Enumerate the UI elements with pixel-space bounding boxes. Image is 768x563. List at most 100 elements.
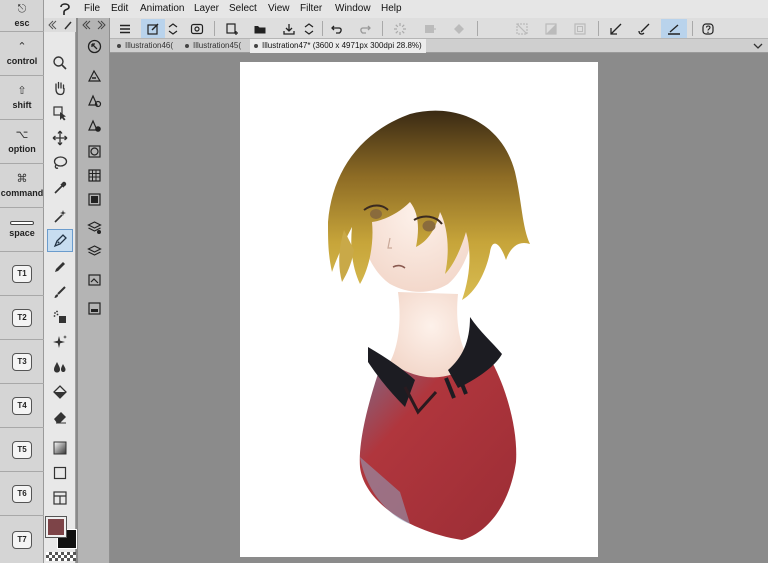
material-panel-button[interactable]: [82, 268, 106, 290]
clear-button[interactable]: [390, 19, 410, 38]
help-button[interactable]: [698, 19, 718, 38]
shortcut-key-t2[interactable]: T2: [0, 296, 44, 340]
open-file-button[interactable]: [250, 19, 270, 38]
preview-toggle-button[interactable]: [187, 19, 207, 38]
gradient-tool[interactable]: [47, 436, 73, 459]
option-key-label: option: [8, 144, 36, 154]
snap-special-ruler-icon: [638, 23, 650, 35]
collapse-chevron-icon[interactable]: [97, 20, 107, 30]
color-history-icon: [87, 192, 101, 206]
tab-illustration45[interactable]: Illustration45(: [181, 39, 247, 53]
expand-selection-button[interactable]: [570, 19, 590, 38]
chevron-down-icon[interactable]: [752, 40, 764, 52]
brush-size-icon: [87, 69, 101, 82]
save-download-icon: [283, 23, 295, 35]
snap-special-ruler-button[interactable]: [634, 19, 654, 38]
menu-file[interactable]: File: [84, 3, 100, 14]
frame-border-tool[interactable]: [47, 486, 73, 509]
collapse-chevron-icon[interactable]: [81, 20, 91, 30]
main-color-swatch[interactable]: [45, 516, 67, 538]
snap-grid-button[interactable]: [661, 19, 687, 38]
shortcut-key-t1[interactable]: T1: [0, 252, 44, 296]
transparent-color-swatch[interactable]: [46, 552, 76, 561]
eraser-tool[interactable]: [47, 405, 73, 428]
layer-panel-button[interactable]: [82, 240, 106, 262]
redo-button[interactable]: [355, 19, 375, 38]
shortcut-key-t3[interactable]: T3: [0, 340, 44, 384]
figure-tool[interactable]: [47, 461, 73, 484]
brush-tool[interactable]: [47, 280, 73, 303]
layer-search-panel-button[interactable]: [82, 297, 106, 319]
fill-button[interactable]: [449, 19, 469, 38]
menu-help[interactable]: Help: [381, 3, 402, 14]
fill-tool[interactable]: [47, 380, 73, 403]
zoom-tool[interactable]: [47, 51, 73, 74]
decoration-tool[interactable]: [47, 330, 73, 353]
save-options-stepper[interactable]: [302, 19, 316, 38]
menu-window[interactable]: Window: [335, 3, 371, 14]
eyedropper-icon: [54, 181, 67, 194]
command-icon: ⌘: [16, 173, 28, 185]
object-select-icon: [53, 105, 66, 120]
tab-illustration47[interactable]: Illustration47* (3600 x 4971px 300dpi 28…: [250, 39, 426, 53]
lasso-icon: [53, 155, 68, 169]
shortcut-key-t7[interactable]: T7: [0, 516, 44, 563]
mode-stepper[interactable]: [166, 19, 180, 38]
control-key[interactable]: ⌃ control: [0, 32, 44, 76]
sub-tool-detail-button[interactable]: [82, 114, 106, 136]
menu-toggle-button[interactable]: [115, 19, 135, 38]
brush-size-panel-button[interactable]: [82, 64, 106, 86]
shift-key[interactable]: ⇧ shift: [0, 76, 44, 120]
edit-mode-button[interactable]: [141, 19, 165, 38]
fill-selection-button[interactable]: [420, 19, 440, 38]
menu-view[interactable]: View: [268, 3, 290, 14]
canvas-paper[interactable]: [240, 62, 598, 557]
menu-layer[interactable]: Layer: [194, 3, 219, 14]
command-key[interactable]: ⌘ command: [0, 164, 44, 208]
shortcut-key-t6[interactable]: T6: [0, 472, 44, 516]
save-button[interactable]: [279, 19, 299, 38]
rectangle-icon: [53, 466, 67, 479]
app-logo-icon[interactable]: [58, 2, 72, 16]
shortcut-key-t4[interactable]: T4: [0, 384, 44, 428]
lasso-tool[interactable]: [47, 151, 73, 174]
auto-select-tool[interactable]: [47, 204, 73, 227]
operation-tool[interactable]: [47, 101, 73, 124]
menu-animation[interactable]: Animation: [140, 3, 184, 14]
fill-selection-icon: [425, 24, 436, 33]
collapse-chevron-icon[interactable]: [47, 20, 57, 30]
frame-border-icon: [53, 490, 67, 505]
menu-select[interactable]: Select: [229, 3, 257, 14]
undo-button[interactable]: [327, 19, 347, 38]
pencil-tool[interactable]: [47, 255, 73, 278]
modifier-key-panel: ⎋ esc ⌃ control ⇧ shift ⌥ option ⌘ comma…: [0, 0, 44, 563]
option-key[interactable]: ⌥ option: [0, 120, 44, 164]
snap-ruler-button[interactable]: [606, 19, 626, 38]
menu-edit[interactable]: Edit: [111, 3, 128, 14]
new-canvas-button[interactable]: [222, 19, 242, 38]
menu-filter[interactable]: Filter: [300, 3, 322, 14]
navigator-panel-button[interactable]: [82, 35, 106, 57]
airbrush-tool[interactable]: [47, 305, 73, 328]
deselect-button[interactable]: [512, 19, 532, 38]
hand-tool[interactable]: [47, 76, 73, 99]
color-wheel-panel-button[interactable]: [82, 140, 106, 162]
shortcut-key-t5[interactable]: T5: [0, 428, 44, 472]
blend-tool[interactable]: [47, 355, 73, 378]
hamburger-menu-icon: [120, 24, 130, 33]
tab-illustration46[interactable]: Illustration46(: [113, 39, 177, 53]
tool-property-panel-button[interactable]: [82, 89, 106, 111]
shortcut-key-label: T4: [12, 396, 32, 415]
eyedropper-tool[interactable]: [47, 176, 73, 199]
up-down-chevron-icon: [304, 22, 314, 35]
move-layer-tool[interactable]: [47, 126, 73, 149]
color-set-panel-button[interactable]: [82, 164, 106, 186]
layer-property-panel-button[interactable]: [82, 216, 106, 238]
pen-tool[interactable]: [47, 229, 73, 252]
tab-label: Illustration45(: [193, 41, 242, 50]
space-key[interactable]: space: [0, 208, 44, 252]
color-history-panel-button[interactable]: [82, 188, 106, 210]
fill-bucket-icon: [454, 23, 464, 34]
esc-key[interactable]: ⎋ esc: [0, 0, 44, 32]
invert-selection-button[interactable]: [541, 19, 561, 38]
